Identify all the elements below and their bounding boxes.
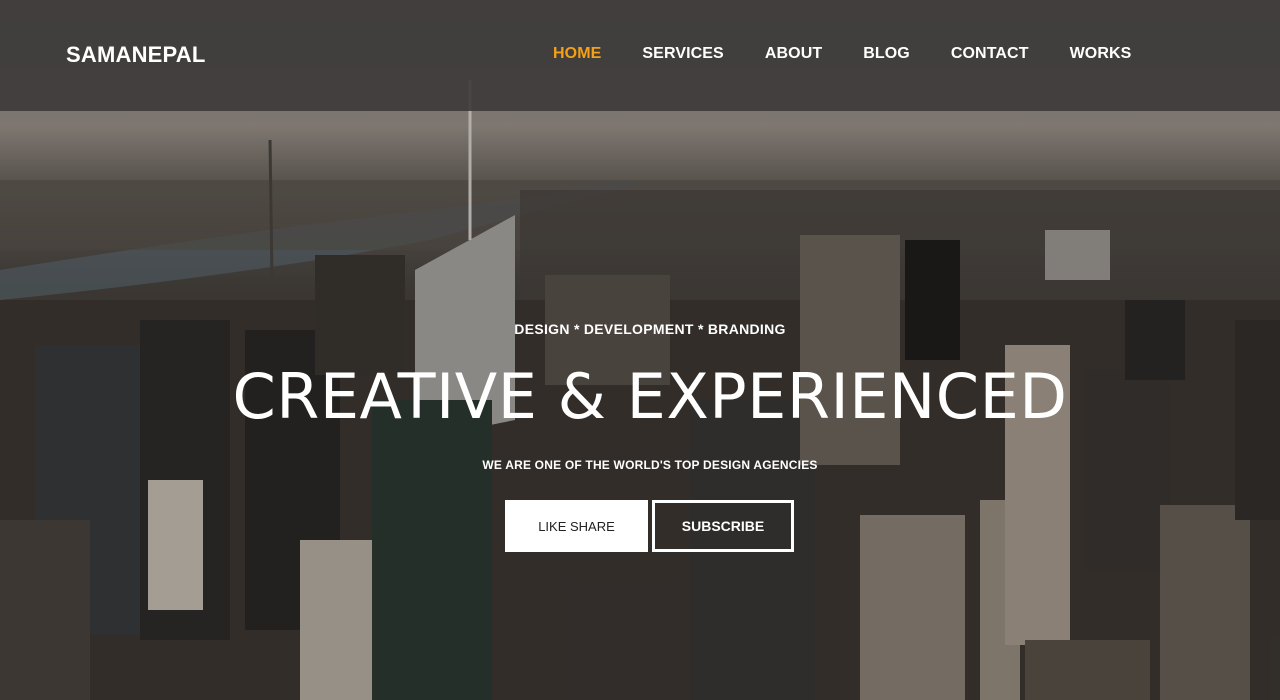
page: SAMANEPAL HOME SERVICES ABOUT BLOG CONTA…: [0, 0, 1280, 700]
subscribe-button[interactable]: SUBSCRIBE: [652, 500, 794, 552]
hero-tagline: DESIGN * DEVELOPMENT * BRANDING: [514, 321, 786, 337]
hero-headline: CREATIVE & EXPERIENCED: [232, 360, 1068, 433]
nav-item-contact[interactable]: CONTACT: [951, 45, 1029, 63]
nav-item-home[interactable]: HOME: [553, 45, 601, 63]
nav-item-works[interactable]: WORKS: [1070, 45, 1132, 63]
nav-item-blog[interactable]: BLOG: [863, 45, 910, 63]
main-nav: HOME SERVICES ABOUT BLOG CONTACT WORKS: [553, 45, 1172, 63]
nav-item-about[interactable]: ABOUT: [765, 45, 822, 63]
nav-item-services[interactable]: SERVICES: [642, 45, 723, 63]
like-share-button[interactable]: LIKE SHARE: [505, 500, 648, 552]
hero-subline: WE ARE ONE OF THE WORLD'S TOP DESIGN AGE…: [482, 458, 818, 472]
site-logo[interactable]: SAMANEPAL: [66, 42, 206, 68]
site-header: SAMANEPAL HOME SERVICES ABOUT BLOG CONTA…: [0, 0, 1280, 111]
